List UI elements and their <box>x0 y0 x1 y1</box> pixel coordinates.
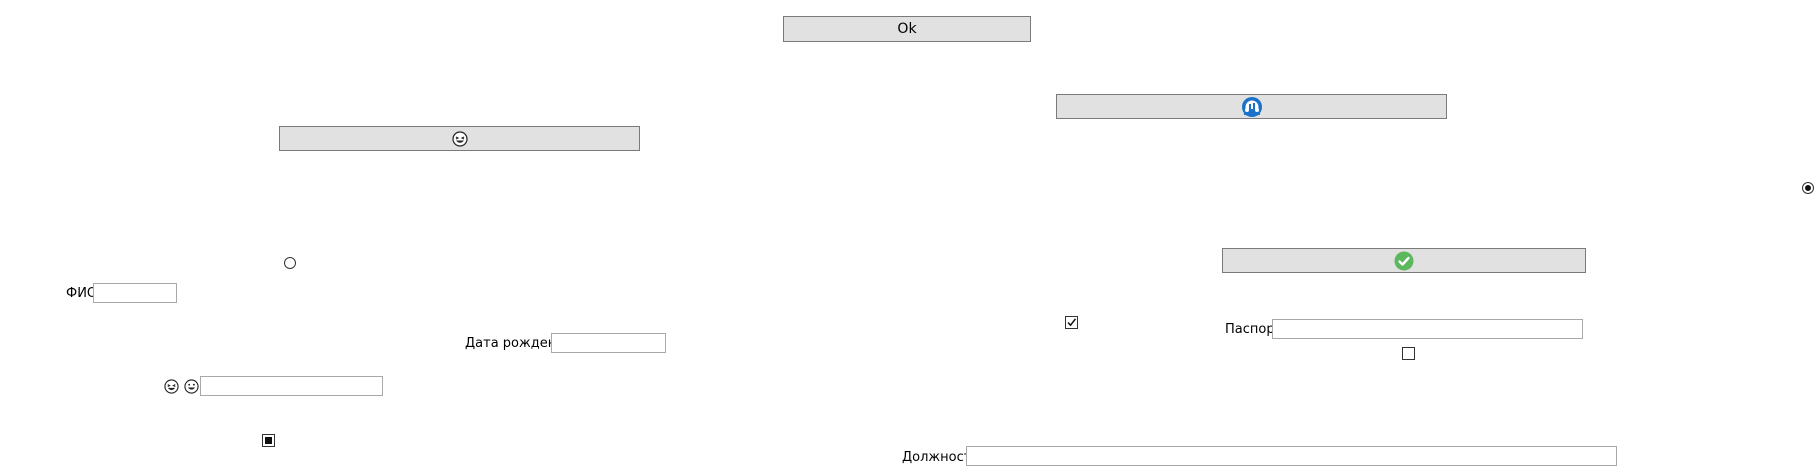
ok-button-label: Ok <box>897 21 917 37</box>
radio-option-right[interactable] <box>1802 182 1814 194</box>
position-field[interactable] <box>966 446 1617 466</box>
checkbox-right[interactable] <box>1065 316 1078 329</box>
cloud-button[interactable] <box>1056 94 1447 119</box>
checkmark-icon <box>1067 318 1077 327</box>
checkbox-indeterminate[interactable] <box>262 434 275 447</box>
birth-date-field[interactable] <box>551 333 666 353</box>
grinning-squinting-face-icon <box>164 379 179 394</box>
grinning-face-icon <box>184 379 199 394</box>
passport-field[interactable] <box>1272 319 1583 339</box>
indeterminate-mark <box>265 437 272 444</box>
fio-field[interactable] <box>93 283 177 303</box>
radio-option-left[interactable] <box>284 257 296 269</box>
blue-circle-cloud-icon <box>1241 96 1262 117</box>
checkbox-passport[interactable] <box>1402 347 1415 360</box>
green-check-circle-icon <box>1394 251 1414 270</box>
confirm-check-button[interactable] <box>1222 248 1586 273</box>
emoji-text-field[interactable] <box>200 376 383 396</box>
radio-dot <box>1805 185 1811 191</box>
grinning-squinting-face-icon <box>451 130 468 147</box>
laugh-emoji-button[interactable] <box>279 126 640 151</box>
ok-button[interactable]: Ok <box>783 16 1031 42</box>
